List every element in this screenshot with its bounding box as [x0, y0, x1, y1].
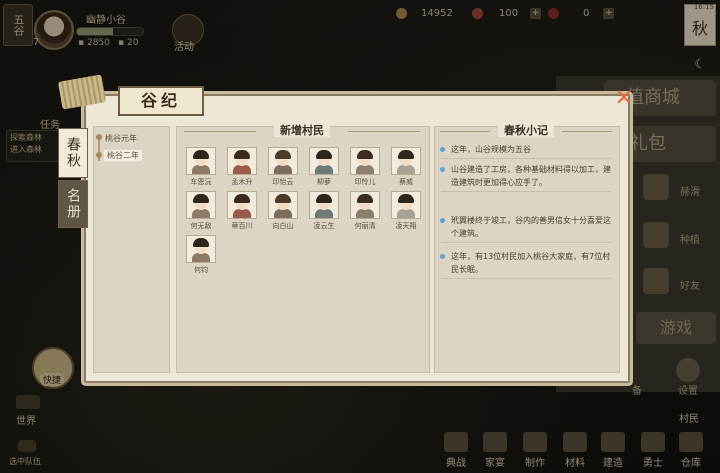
portrait-hair [193, 194, 209, 203]
villager-card[interactable]: 蒂百川 [223, 191, 261, 231]
timeline-dot [96, 152, 102, 158]
new-villagers-title: 新增村民 [274, 124, 330, 137]
villager-card[interactable]: 蔡威 [387, 147, 425, 187]
villager-name: 车恩沅 [190, 178, 212, 186]
villager-portrait [268, 147, 298, 175]
tab-roster[interactable]: 名册 [58, 180, 88, 228]
portrait-body [397, 165, 415, 174]
villager-portrait [350, 147, 380, 175]
annal-note: 这年，有13位村民加入桃谷大家庭，有7位村民长眠。 [440, 250, 611, 279]
villager-name: 何无敌 [190, 222, 212, 230]
villager-card[interactable]: 柳萝 [305, 147, 343, 187]
annal-note: 山谷建造了工房，各种基础材料得以加工，建造建筑时更加得心应手了。 [440, 163, 611, 192]
portrait-hair [234, 150, 250, 159]
portrait-hair [275, 194, 291, 203]
portrait-hair [275, 150, 291, 159]
villager-portrait [186, 235, 216, 263]
annal-note: 这年，山谷规模为五谷 [440, 143, 611, 159]
villager-portrait [391, 147, 421, 175]
portrait-hair [234, 194, 250, 203]
portrait-body [233, 209, 251, 218]
portrait-hair [398, 150, 414, 159]
dialog-title: 谷纪 [118, 86, 204, 116]
bullet-icon [440, 218, 445, 223]
villager-card[interactable]: 何钧 [182, 235, 220, 275]
annal-note: 玳翼楼终于竣工，谷内的善男信女十分喜爱这个建筑。 [440, 214, 611, 243]
villager-name: 孟木升 [231, 178, 253, 186]
portrait-hair [193, 150, 209, 159]
villager-name: 向白山 [272, 222, 294, 230]
villager-portrait [227, 147, 257, 175]
villager-portrait [309, 191, 339, 219]
villager-card[interactable]: 印怜儿 [346, 147, 384, 187]
villager-name: 何丽清 [354, 222, 376, 230]
villager-name: 印怜儿 [354, 178, 376, 186]
year-list [93, 126, 170, 373]
villager-card[interactable]: 何无敌 [182, 191, 220, 231]
villager-portrait [186, 191, 216, 219]
villager-name: 何钧 [194, 266, 208, 274]
annal-note-text: 这年，有13位村民加入桃谷大家庭，有7位村民长眠。 [451, 252, 611, 274]
bullet-icon [440, 254, 445, 259]
timeline-dot [96, 134, 102, 140]
portrait-hair [357, 150, 373, 159]
portrait-body [315, 165, 333, 174]
portrait-body [356, 209, 374, 218]
villager-portrait [309, 147, 339, 175]
annals-notes-title: 春秋小记 [498, 124, 554, 137]
portrait-hair [193, 238, 209, 247]
portrait-body [397, 209, 415, 218]
villager-portrait [391, 191, 421, 219]
annal-note-text: 山谷建造了工房，各种基础材料得以加工，建造建筑时更加得心应手了。 [451, 165, 611, 187]
villager-name: 柳萝 [317, 178, 331, 186]
portrait-body [274, 209, 292, 218]
portrait-body [192, 209, 210, 218]
villager-name: 印怡云 [272, 178, 294, 186]
villager-name: 凌天翔 [395, 222, 417, 230]
villager-portrait [268, 191, 298, 219]
annal-note-text: 这年，山谷规模为五谷 [451, 145, 531, 154]
villager-card[interactable]: 印怡云 [264, 147, 302, 187]
villager-portrait [227, 191, 257, 219]
year-item[interactable]: 桃谷元年 [105, 133, 137, 144]
portrait-body [192, 165, 210, 174]
tab-annals[interactable]: 春秋 [58, 128, 88, 178]
portrait-body [192, 253, 210, 262]
year-item-selected[interactable]: 桃谷二年 [104, 150, 142, 161]
villager-card[interactable]: 孟木升 [223, 147, 261, 187]
portrait-body [356, 165, 374, 174]
villager-card[interactable]: 凌云生 [305, 191, 343, 231]
portrait-hair [316, 194, 332, 203]
portrait-hair [357, 194, 373, 203]
bullet-icon [440, 167, 445, 172]
portrait-body [233, 165, 251, 174]
villager-portrait [186, 147, 216, 175]
annal-note-text: 玳翼楼终于竣工，谷内的善男信女十分喜爱这个建筑。 [451, 216, 611, 238]
villager-name: 凌云生 [313, 222, 335, 230]
close-icon[interactable]: ✕ [613, 88, 635, 110]
villager-name: 蔡威 [399, 178, 413, 186]
portrait-hair [398, 194, 414, 203]
new-villagers-header: 新增村民 [176, 122, 428, 138]
villager-card[interactable]: 凌天翔 [387, 191, 425, 231]
bullet-icon [440, 147, 445, 152]
portrait-body [274, 165, 292, 174]
annals-notes-header: 春秋小记 [434, 122, 618, 138]
villager-portrait [350, 191, 380, 219]
villager-card[interactable]: 车恩沅 [182, 147, 220, 187]
portrait-hair [316, 150, 332, 159]
villager-card[interactable]: 向白山 [264, 191, 302, 231]
portrait-body [315, 209, 333, 218]
villager-name: 蒂百川 [231, 222, 253, 230]
villager-card[interactable]: 何丽清 [346, 191, 384, 231]
